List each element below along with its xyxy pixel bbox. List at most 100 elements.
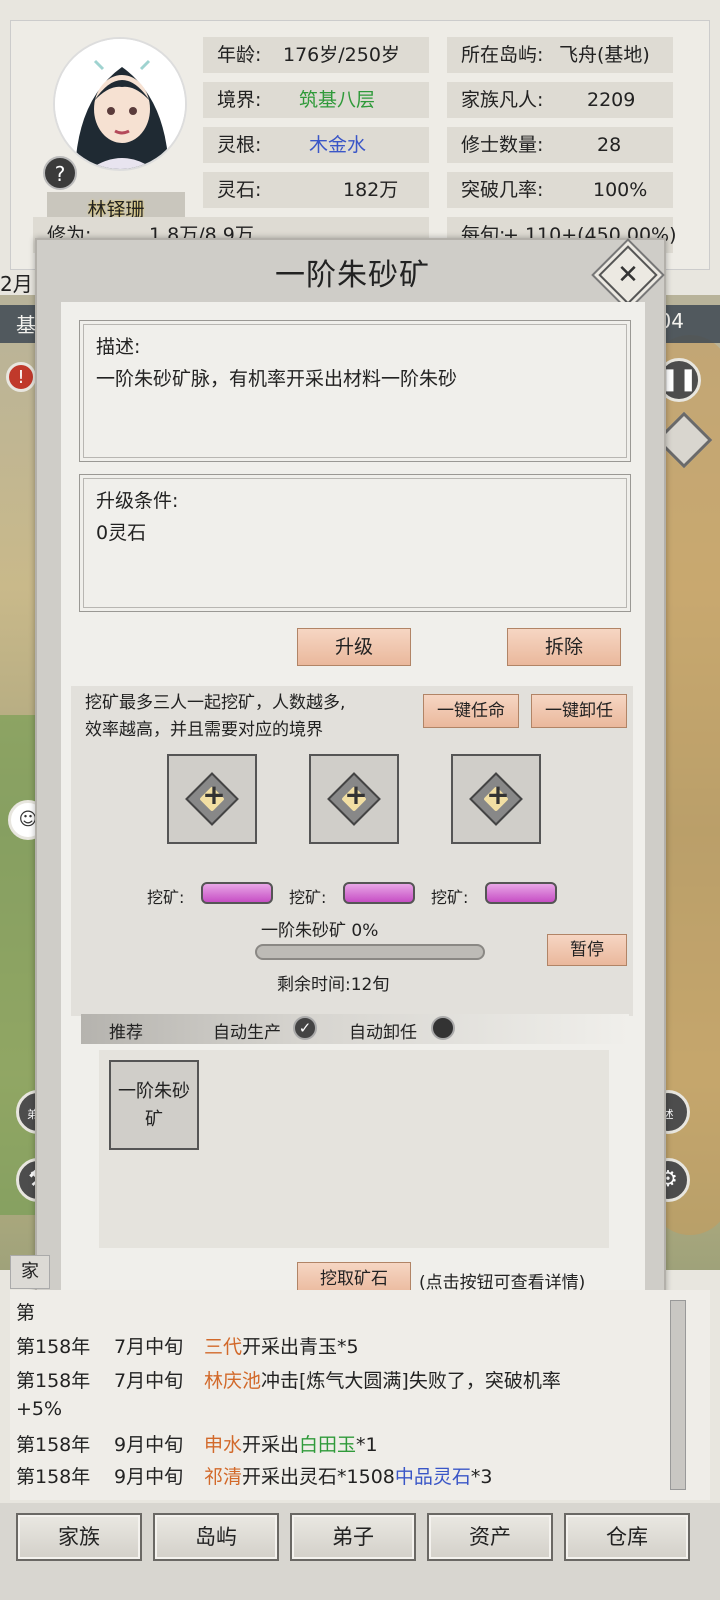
stat-breakthrough-label: 突破几率:	[461, 179, 544, 201]
log-entry-segment: 开采出灵石*1508	[242, 1466, 395, 1488]
stat-island-value: 飞舟(基地)	[559, 44, 650, 66]
mining-bar-2	[343, 882, 415, 904]
nav-assets[interactable]: 资产	[427, 1513, 553, 1561]
stat-breakthrough: 突破几率: 100%	[447, 172, 673, 208]
log-entry: 第	[16, 1298, 114, 1325]
tab-recommend[interactable]: 推荐	[109, 1018, 143, 1043]
stat-mortals: 家族凡人: 2209	[447, 82, 673, 118]
log-entry-segment: 开采出青玉*5	[242, 1336, 359, 1358]
log-entry-year: 第158年	[16, 1336, 91, 1358]
building-dialog: 一阶朱砂矿 ✕ 描述: 一阶朱砂矿脉，有机率开采出材料一阶朱砂 升级条件: 0灵…	[35, 238, 666, 1328]
help-icon[interactable]: ?	[43, 156, 77, 190]
mining-description-line1: 挖矿最多三人一起挖矿，人数越多,	[85, 693, 346, 713]
worker-slot-2[interactable]: +	[309, 754, 399, 844]
stat-age: 年龄: 176岁/250岁	[203, 37, 429, 73]
log-entry-date: 7月中旬	[114, 1370, 184, 1392]
log-entry-segment: 冲击[炼气大圆满]失败了，突破机率	[261, 1370, 561, 1392]
product-progress-bar	[255, 944, 485, 960]
stat-cultivators: 修士数量: 28	[447, 127, 673, 163]
worker-slot-1[interactable]: +	[167, 754, 257, 844]
product-progress-label: 一阶朱砂矿 0%	[261, 921, 379, 941]
recipe-item[interactable]: 一阶朱砂 矿	[109, 1060, 199, 1150]
log-entry: 第158年 7月中旬 三代开采出青玉*5	[16, 1332, 359, 1359]
auto-produce-checkbox[interactable]: ✓	[293, 1016, 317, 1040]
auto-produce-label: 自动生产	[213, 1023, 281, 1043]
log-entry: 第158年 9月中旬 申水开采出白田玉*1	[16, 1430, 378, 1457]
auto-dismiss-label: 自动卸任	[349, 1023, 417, 1043]
dialog-title: 一阶朱砂矿	[275, 258, 430, 293]
log-entry-segment: 开采出	[242, 1434, 300, 1456]
character-avatar[interactable]	[53, 37, 187, 171]
avatar-portrait-icon	[55, 39, 185, 169]
log-entry: 第158年 7月中旬 林庆池冲击[炼气大圆满]失败了，突破机率	[16, 1366, 561, 1393]
remaining-time: 剩余时间:12旬	[277, 975, 390, 995]
appoint-all-button[interactable]: 一键任命	[423, 694, 519, 728]
upgrade-heading: 升级条件:	[96, 490, 179, 512]
recipe-list: 一阶朱砂 矿	[99, 1050, 609, 1248]
pause-button[interactable]: 暂停	[547, 934, 627, 966]
stat-age-value: 176岁/250岁	[283, 44, 400, 66]
character-panel: ? 林铎珊 年龄: 176岁/250岁 境界: 筑基八层 灵根: 木金水 灵石:…	[10, 20, 710, 270]
log-entry-segment: *3	[470, 1466, 493, 1488]
mining-description: 挖矿最多三人一起挖矿，人数越多, 效率越高，并且需要对应的境界	[85, 690, 345, 744]
stat-stone-label: 灵石:	[217, 179, 262, 201]
month-label: 2月	[0, 272, 33, 296]
log-entry-segment: 林庆池	[204, 1370, 262, 1392]
log-entry-segment: +5%	[16, 1398, 63, 1420]
log-entry-year: 第158年	[16, 1434, 91, 1456]
stat-stone-value: 182万	[343, 179, 399, 201]
stat-realm: 境界: 筑基八层	[203, 82, 429, 118]
stat-cultivators-value: 28	[597, 134, 622, 156]
log-tab[interactable]: 家	[10, 1255, 50, 1289]
log-entry-date: 9月中旬	[114, 1434, 184, 1456]
mining-section: 挖矿最多三人一起挖矿，人数越多, 效率越高，并且需要对应的境界 一键任命 一键卸…	[71, 686, 633, 1016]
log-entry-segment: *1	[356, 1434, 378, 1456]
description-box: 描述: 一阶朱砂矿脉，有机率开采出材料一阶朱砂	[77, 318, 633, 464]
log-entry-segment: 祁清	[204, 1466, 243, 1488]
upgrade-button[interactable]: 升级	[297, 628, 411, 666]
dialog-body: 描述: 一阶朱砂矿脉，有机率开采出材料一阶朱砂 升级条件: 0灵石 升级 拆除 …	[61, 302, 645, 1314]
stat-cultivators-label: 修士数量:	[461, 134, 544, 156]
log-entry: 第158年 9月中旬 祁清开采出灵石*1508中品灵石*3	[16, 1462, 492, 1489]
mining-bar-1	[201, 882, 273, 904]
log-entry-year: 第158年	[16, 1370, 91, 1392]
stat-mortals-label: 家族凡人:	[461, 89, 544, 111]
dismiss-all-button[interactable]: 一键卸任	[531, 694, 627, 728]
nav-island[interactable]: 岛屿	[153, 1513, 279, 1561]
nav-family[interactable]: 家族	[16, 1513, 142, 1561]
mining-label-2: 挖矿:	[289, 888, 327, 907]
demolish-button[interactable]: 拆除	[507, 628, 621, 666]
stat-root-value: 木金水	[309, 134, 367, 156]
stat-breakthrough-value: 100%	[593, 179, 648, 201]
alert-icon[interactable]: !	[6, 362, 36, 392]
log-entry-segment: 白田玉	[299, 1434, 357, 1456]
auto-dismiss-checkbox[interactable]	[431, 1016, 455, 1040]
log-entry-segment: 中品灵石	[394, 1466, 471, 1488]
nav-warehouse[interactable]: 仓库	[564, 1513, 690, 1561]
worker-slot-3[interactable]: +	[451, 754, 541, 844]
log-entry-segment: 申水	[204, 1434, 243, 1456]
nav-disciples[interactable]: 弟子	[290, 1513, 416, 1561]
stat-island-label: 所在岛屿:	[461, 44, 544, 66]
upgrade-box: 升级条件: 0灵石	[77, 472, 633, 614]
stat-age-label: 年龄:	[217, 44, 262, 66]
recipe-item-line2: 矿	[145, 1109, 163, 1130]
log-entry-year: 第	[16, 1302, 36, 1324]
stat-stone: 灵石: 182万	[203, 172, 429, 208]
mining-bar-3	[485, 882, 557, 904]
log-scrollbar[interactable]	[670, 1300, 686, 1490]
bottom-navigation: 家族 岛屿 弟子 资产 仓库	[0, 1503, 720, 1600]
upgrade-text: 0灵石	[96, 522, 147, 544]
description-heading: 描述:	[96, 336, 141, 358]
description-text: 一阶朱砂矿脉，有机率开采出材料一阶朱砂	[96, 368, 458, 390]
stat-realm-value: 筑基八层	[299, 89, 376, 111]
mining-label-3: 挖矿:	[431, 888, 469, 907]
log-entry-segment: 三代	[204, 1336, 243, 1358]
recipe-item-line1: 一阶朱砂	[118, 1081, 190, 1102]
log-entry: +5%	[16, 1398, 62, 1420]
stat-root-label: 灵根:	[217, 134, 262, 156]
stat-root: 灵根: 木金水	[203, 127, 429, 163]
log-entry-date: 9月中旬	[114, 1466, 184, 1488]
mining-label-1: 挖矿:	[147, 888, 185, 907]
stat-realm-label: 境界:	[217, 89, 262, 111]
